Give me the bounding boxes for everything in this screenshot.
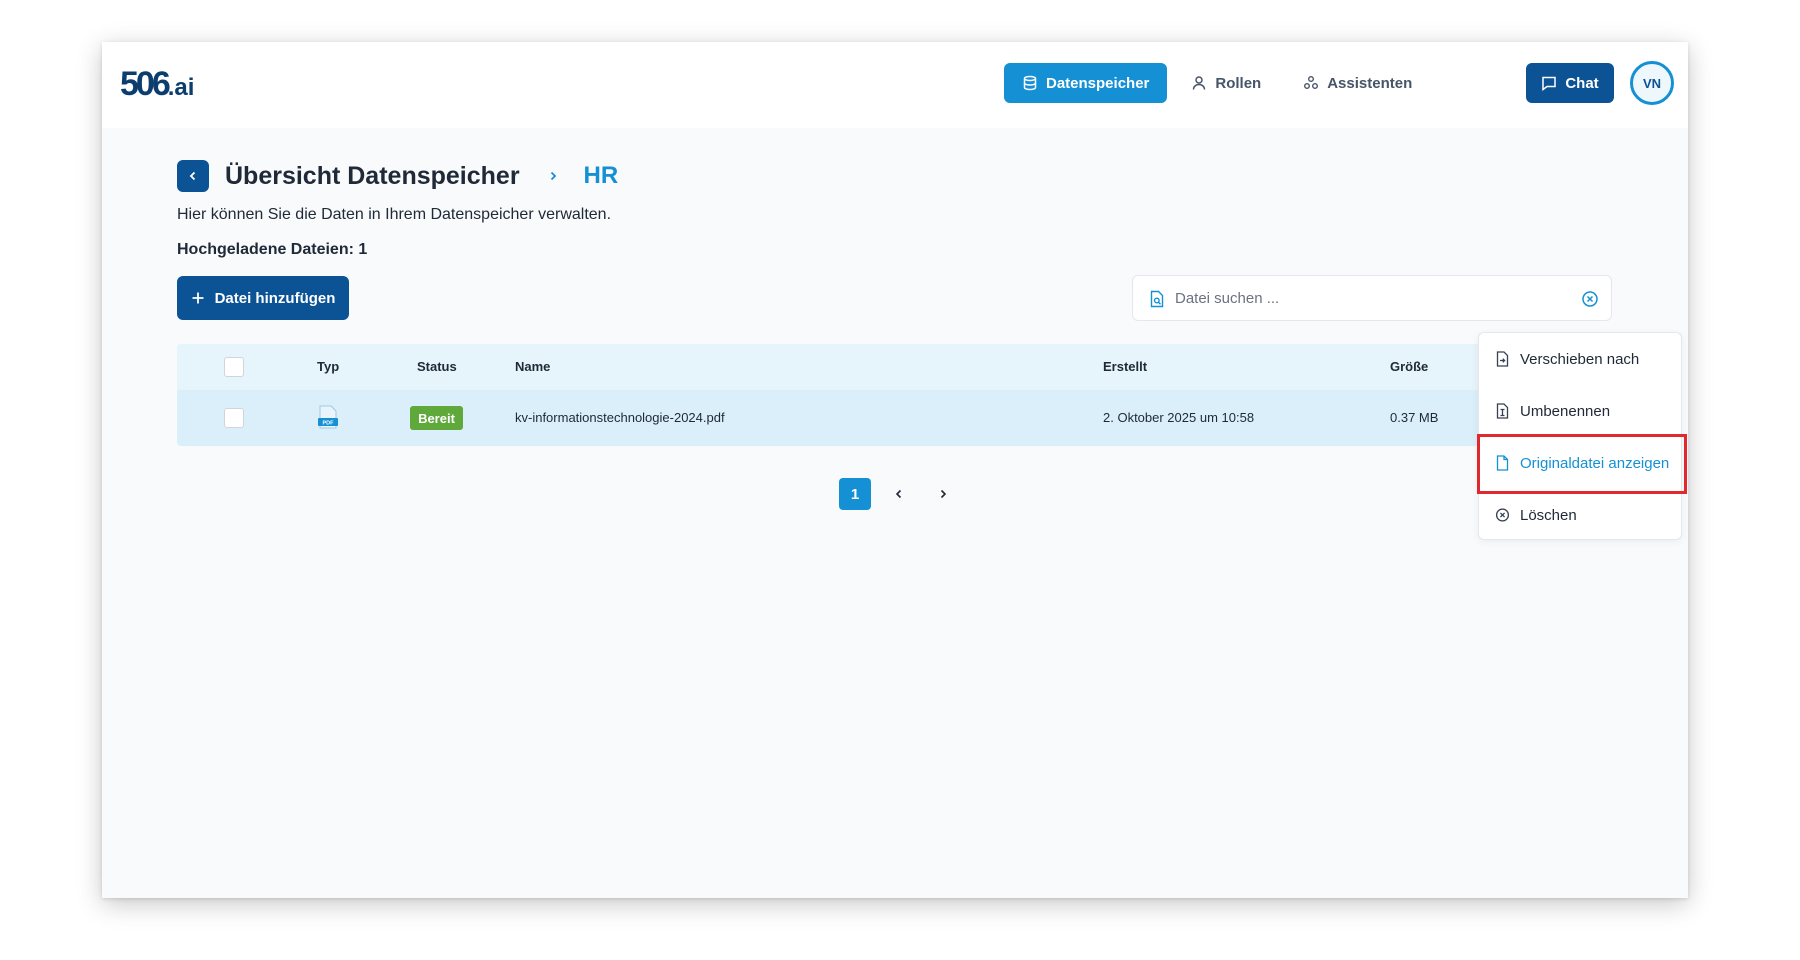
- main-nav: Datenspeicher Rollen Assistenten: [1004, 63, 1430, 103]
- app-window: 506.ai Datenspeicher Rollen Assistenten …: [102, 42, 1688, 898]
- row-context-menu: Verschieben nach Umbenennen Originaldate…: [1477, 332, 1687, 541]
- file-rename-icon: [1496, 403, 1509, 419]
- pdf-icon-label: PDF: [323, 420, 335, 426]
- logo-suffix: .ai: [167, 74, 195, 101]
- file-move-icon: [1496, 351, 1509, 367]
- page-number-current[interactable]: 1: [839, 478, 871, 510]
- nav-item-rollen[interactable]: Rollen: [1173, 63, 1279, 103]
- column-header-groesse[interactable]: Größe: [1390, 359, 1428, 374]
- back-button[interactable]: [177, 160, 209, 192]
- menu-item-label: Originaldatei anzeigen: [1520, 454, 1670, 472]
- logo[interactable]: 506.ai: [120, 64, 194, 108]
- pdf-file-icon: PDF: [318, 405, 338, 429]
- select-all-checkbox[interactable]: [224, 357, 244, 377]
- database-icon: [1023, 75, 1037, 91]
- menu-item-loeschen[interactable]: Löschen: [1479, 489, 1681, 541]
- file-size: 0.37 MB: [1390, 410, 1439, 425]
- prev-page-button[interactable]: [883, 478, 915, 510]
- add-file-button[interactable]: Datei hinzufügen: [177, 276, 349, 320]
- chevron-left-icon: [189, 171, 196, 181]
- table-header: Typ Status Name Erstellt Größe: [177, 344, 1497, 390]
- menu-item-label: Umbenennen: [1520, 402, 1611, 420]
- pagination: 1: [839, 478, 959, 510]
- status-badge: Bereit: [410, 406, 463, 430]
- chevron-right-icon: [550, 171, 556, 181]
- chat-label: Chat: [1565, 74, 1599, 92]
- chat-icon: [1542, 76, 1557, 91]
- menu-item-label: Löschen: [1520, 506, 1577, 524]
- user-icon: [1193, 76, 1206, 90]
- nav-item-label: Assistenten: [1327, 74, 1413, 92]
- column-header-typ[interactable]: Typ: [317, 359, 339, 374]
- file-search-icon: [1150, 290, 1164, 308]
- close-circle-icon: [1495, 508, 1510, 522]
- chevron-left-icon: [895, 489, 902, 499]
- nav-item-assistenten[interactable]: Assistenten: [1285, 63, 1430, 103]
- page-subtitle: Hier können Sie die Daten in Ihrem Daten…: [177, 206, 612, 223]
- logo-main: 506: [120, 65, 171, 103]
- add-file-label: Datei hinzufügen: [214, 289, 336, 307]
- file-name[interactable]: kv-informationstechnologie-2024.pdf: [515, 410, 725, 425]
- avatar[interactable]: VN: [1630, 61, 1674, 105]
- page-title: Übersicht Datenspeicher: [225, 161, 520, 190]
- menu-item-verschieben[interactable]: Verschieben nach: [1479, 333, 1681, 385]
- search-box: [1132, 275, 1612, 321]
- table-row[interactable]: PDF Bereit kv-informationstechnologie-20…: [177, 390, 1497, 446]
- file-icon: [1496, 455, 1509, 471]
- breadcrumb-current: HR: [583, 162, 619, 189]
- nav-item-label: Rollen: [1215, 74, 1262, 92]
- search-input[interactable]: [1175, 276, 1555, 320]
- chat-button[interactable]: Chat: [1526, 63, 1614, 103]
- assistants-icon: [1304, 76, 1319, 89]
- plus-icon: [192, 292, 204, 304]
- top-bar: 506.ai Datenspeicher Rollen Assistenten …: [102, 42, 1688, 128]
- column-header-name[interactable]: Name: [515, 359, 550, 374]
- menu-item-umbenennen[interactable]: Umbenennen: [1479, 385, 1681, 437]
- clear-search-icon[interactable]: [1581, 290, 1599, 308]
- chevron-right-icon: [940, 489, 947, 499]
- column-header-status[interactable]: Status: [417, 359, 457, 374]
- column-header-erstellt[interactable]: Erstellt: [1103, 359, 1147, 374]
- files-table: Typ Status Name Erstellt Größe PDF Berei…: [177, 344, 1497, 446]
- page-header: Übersicht Datenspeicher HR: [177, 160, 618, 192]
- uploaded-count: Hochgeladene Dateien: 1: [177, 241, 368, 258]
- file-created: 2. Oktober 2025 um 10:58: [1103, 410, 1255, 425]
- row-checkbox[interactable]: [224, 408, 244, 428]
- breadcrumb-separator: [546, 169, 560, 183]
- menu-item-label: Verschieben nach: [1520, 350, 1640, 368]
- menu-item-originaldatei-anzeigen[interactable]: Originaldatei anzeigen: [1479, 437, 1681, 489]
- next-page-button[interactable]: [927, 478, 959, 510]
- nav-item-datenspeicher[interactable]: Datenspeicher: [1004, 63, 1168, 103]
- nav-item-label: Datenspeicher: [1046, 74, 1150, 92]
